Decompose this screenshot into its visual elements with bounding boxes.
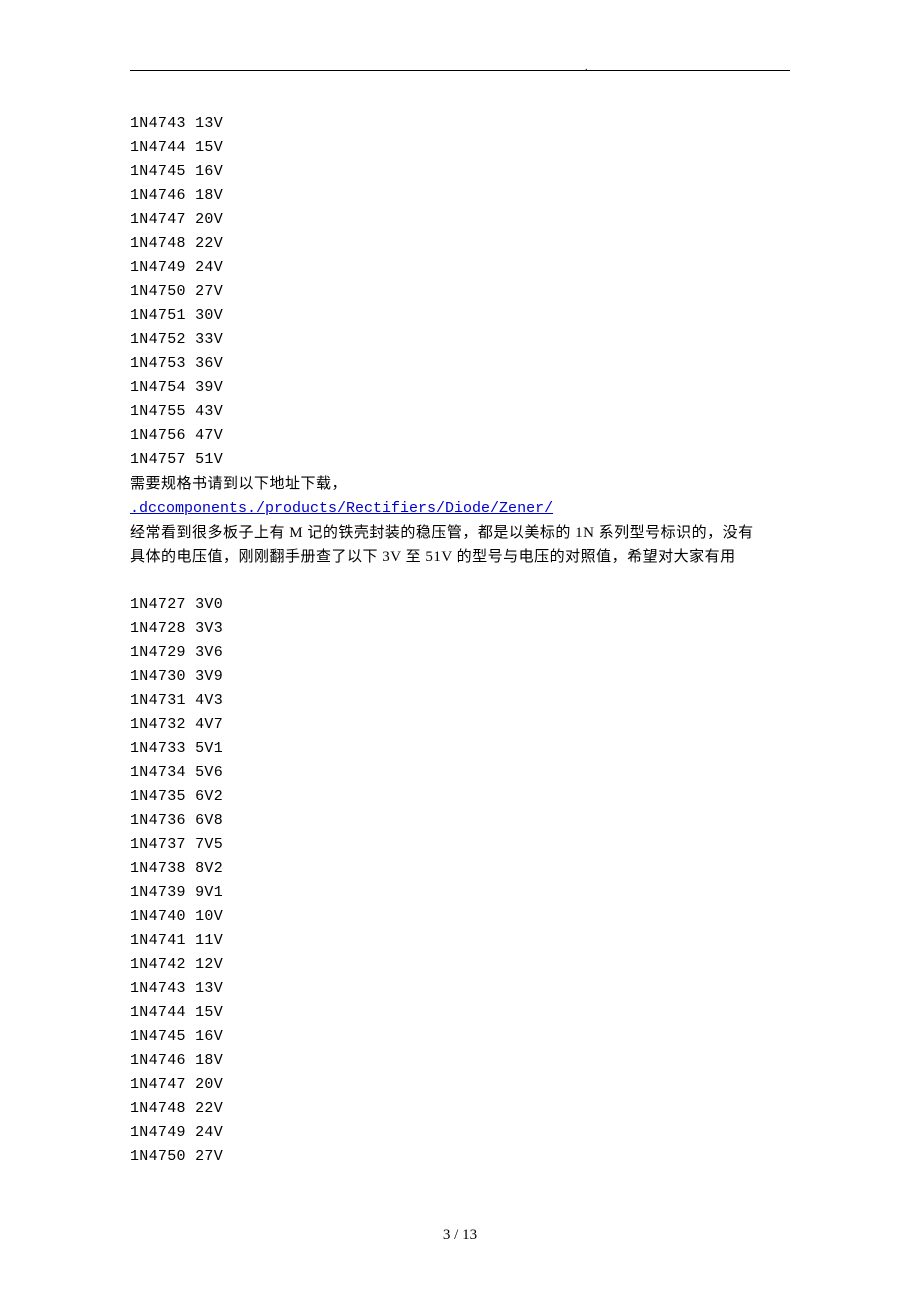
diode-list-2: 1N4727 3V01N4728 3V31N4729 3V61N4730 3V9… (130, 593, 790, 1169)
diode-row: 1N4752 33V (130, 328, 790, 352)
download-link-line: .dccomponents./products/Rectifiers/Diode… (130, 496, 790, 521)
diode-row: 1N4727 3V0 (130, 593, 790, 617)
paragraph-line-1: 经常看到很多板子上有 M 记的铁壳封装的稳压管，都是以美标的 1N 系列型号标识… (130, 521, 790, 545)
diode-row: 1N4735 6V2 (130, 785, 790, 809)
diode-row: 1N4734 5V6 (130, 761, 790, 785)
diode-row: 1N4757 51V (130, 448, 790, 472)
page-content: 1N4743 13V1N4744 15V1N4745 16V1N4746 18V… (130, 112, 790, 1169)
diode-row: 1N4736 6V8 (130, 809, 790, 833)
diode-row: 1N4749 24V (130, 1121, 790, 1145)
diode-row: 1N4748 22V (130, 232, 790, 256)
diode-row: 1N4751 30V (130, 304, 790, 328)
header-separator (130, 70, 790, 71)
blank-line (130, 569, 790, 593)
diode-row: 1N4746 18V (130, 184, 790, 208)
diode-row: 1N4729 3V6 (130, 641, 790, 665)
diode-row: 1N4745 16V (130, 1025, 790, 1049)
diode-list-1: 1N4743 13V1N4744 15V1N4745 16V1N4746 18V… (130, 112, 790, 472)
diode-row: 1N4748 22V (130, 1097, 790, 1121)
diode-row: 1N4733 5V1 (130, 737, 790, 761)
diode-row: 1N4743 13V (130, 977, 790, 1001)
diode-row: 1N4749 24V (130, 256, 790, 280)
diode-row: 1N4731 4V3 (130, 689, 790, 713)
diode-row: 1N4730 3V9 (130, 665, 790, 689)
diode-row: 1N4746 18V (130, 1049, 790, 1073)
diode-row: 1N4754 39V (130, 376, 790, 400)
diode-row: 1N4732 4V7 (130, 713, 790, 737)
diode-row: 1N4744 15V (130, 136, 790, 160)
diode-row: 1N4747 20V (130, 1073, 790, 1097)
diode-row: 1N4753 36V (130, 352, 790, 376)
diode-row: 1N4755 43V (130, 400, 790, 424)
diode-row: 1N4750 27V (130, 280, 790, 304)
diode-row: 1N4741 11V (130, 929, 790, 953)
diode-row: 1N4740 10V (130, 905, 790, 929)
header-dot: . (585, 62, 588, 73)
download-prompt: 需要规格书请到以下地址下载， (130, 472, 790, 496)
diode-row: 1N4745 16V (130, 160, 790, 184)
page-number: 3 / 13 (0, 1227, 920, 1244)
diode-row: 1N4750 27V (130, 1145, 790, 1169)
download-link[interactable]: .dccomponents./products/Rectifiers/Diode… (130, 500, 553, 517)
diode-row: 1N4737 7V5 (130, 833, 790, 857)
diode-row: 1N4742 12V (130, 953, 790, 977)
diode-row: 1N4744 15V (130, 1001, 790, 1025)
diode-row: 1N4747 20V (130, 208, 790, 232)
diode-row: 1N4728 3V3 (130, 617, 790, 641)
diode-row: 1N4756 47V (130, 424, 790, 448)
diode-row: 1N4739 9V1 (130, 881, 790, 905)
diode-row: 1N4738 8V2 (130, 857, 790, 881)
paragraph-line-2: 具体的电压值，刚刚翻手册查了以下 3V 至 51V 的型号与电压的对照值，希望对… (130, 545, 790, 569)
diode-row: 1N4743 13V (130, 112, 790, 136)
